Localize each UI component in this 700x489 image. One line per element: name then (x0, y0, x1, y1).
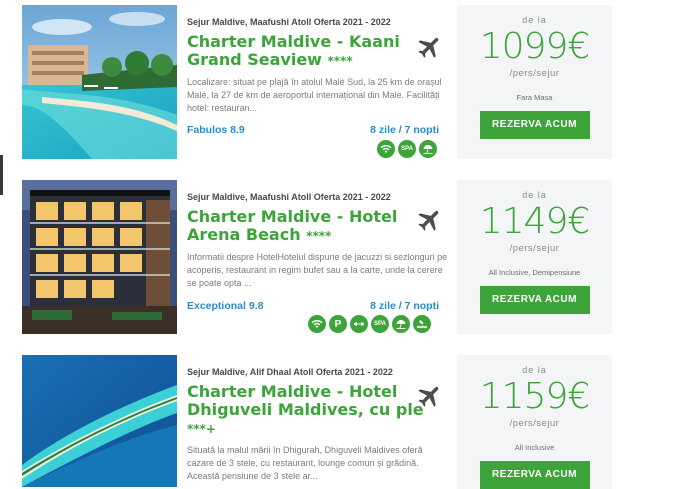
price-unit: /pers/sejur (509, 418, 560, 429)
price-panel: de la 1149€ /pers/sejur All Inclusive, D… (457, 180, 612, 334)
wifi-icon (308, 315, 326, 333)
facility-icons: SPA (377, 140, 437, 158)
spa-icon: SPA (371, 315, 389, 333)
price-panel: de la 1099€ /pers/sejur Fara Masa REZERV… (457, 5, 612, 159)
price-value: 1149€ (479, 201, 591, 242)
pool-icon (413, 315, 431, 333)
price-prefix: de la (522, 190, 547, 200)
offer-subtitle: Sejur Maldive, Alif Dhaal Atoll Oferta 2… (187, 367, 393, 377)
offer-card[interactable]: Sejur Maldive, Maafushi Atoll Oferta 202… (22, 180, 612, 335)
price-value: 1099€ (479, 26, 591, 67)
price-panel: de la 1159€ /pers/sejur All Inclusive RE… (457, 355, 612, 489)
hotel-photo[interactable] (22, 5, 177, 159)
offer-title-text[interactable]: Charter Maldive - Hotel Arena Beach (187, 207, 397, 244)
offer-title[interactable]: Charter Maldive - Hotel Dhiguveli Maldiv… (187, 383, 445, 438)
price-unit: /pers/sejur (509, 68, 560, 79)
offer-title[interactable]: Charter Maldive - Hotel Arena Beach **** (187, 208, 445, 245)
hotel-stars: **** (306, 229, 332, 243)
facility-icons: P SPA (308, 315, 431, 333)
flight-icon (418, 37, 439, 58)
book-now-button[interactable]: REZERVA ACUM (479, 286, 590, 314)
price-prefix: de la (522, 15, 547, 25)
offer-subtitle: Sejur Maldive, Maafushi Atoll Oferta 202… (187, 192, 391, 202)
offer-title-text[interactable]: Charter Maldive - Hotel Dhiguveli Maldiv… (187, 382, 424, 419)
flight-icon (418, 386, 439, 407)
price-prefix: de la (522, 365, 547, 375)
meal-plan: All Inclusive (514, 443, 555, 452)
stay-duration: 8 zile / 7 nopti (370, 124, 439, 136)
offer-subtitle: Sejur Maldive, Maafushi Atoll Oferta 202… (187, 17, 391, 27)
hotel-stars: ***+ (187, 422, 216, 436)
wifi-icon (377, 140, 395, 158)
book-now-button[interactable]: REZERVA ACUM (479, 111, 590, 139)
hotel-photo[interactable] (22, 355, 177, 487)
price-unit: /pers/sejur (509, 243, 560, 254)
spa-icon: SPA (398, 140, 416, 158)
offer-description: Localizare: situat pe plajă în atolul Ma… (187, 77, 442, 113)
offer-title[interactable]: Charter Maldive - Kaani Grand Seaview **… (187, 33, 445, 70)
beach-icon (419, 140, 437, 158)
offer-description: Informatii despre HotelHotelul dispune d… (187, 252, 448, 288)
offer-description: Situată la malul mării în Dhigurah, Dhig… (187, 445, 423, 481)
hotel-rating: Fabulos 8.9 (187, 124, 245, 136)
flight-icon (418, 210, 439, 231)
hotel-rating: Exceptional 9.8 (187, 300, 264, 312)
hotel-photo[interactable] (22, 180, 177, 334)
price-value: 1159€ (479, 376, 591, 417)
hotel-stars: **** (327, 54, 353, 68)
beach-icon (392, 315, 410, 333)
page-edge-marker (0, 155, 3, 195)
parking-icon: P (329, 315, 347, 333)
offer-card[interactable]: Sejur Maldive, Maafushi Atoll Oferta 202… (22, 5, 612, 160)
meal-plan: Fara Masa (516, 93, 553, 102)
offer-card[interactable]: Sejur Maldive, Alif Dhaal Atoll Oferta 2… (22, 355, 612, 489)
stay-duration: 8 zile / 7 nopti (370, 300, 439, 312)
book-now-button[interactable]: REZERVA ACUM (479, 461, 590, 489)
meal-plan: All Inclusive, Demipensiune (488, 268, 581, 277)
offer-title-text[interactable]: Charter Maldive - Kaani Grand Seaview (187, 32, 400, 69)
fitness-icon (350, 315, 368, 333)
